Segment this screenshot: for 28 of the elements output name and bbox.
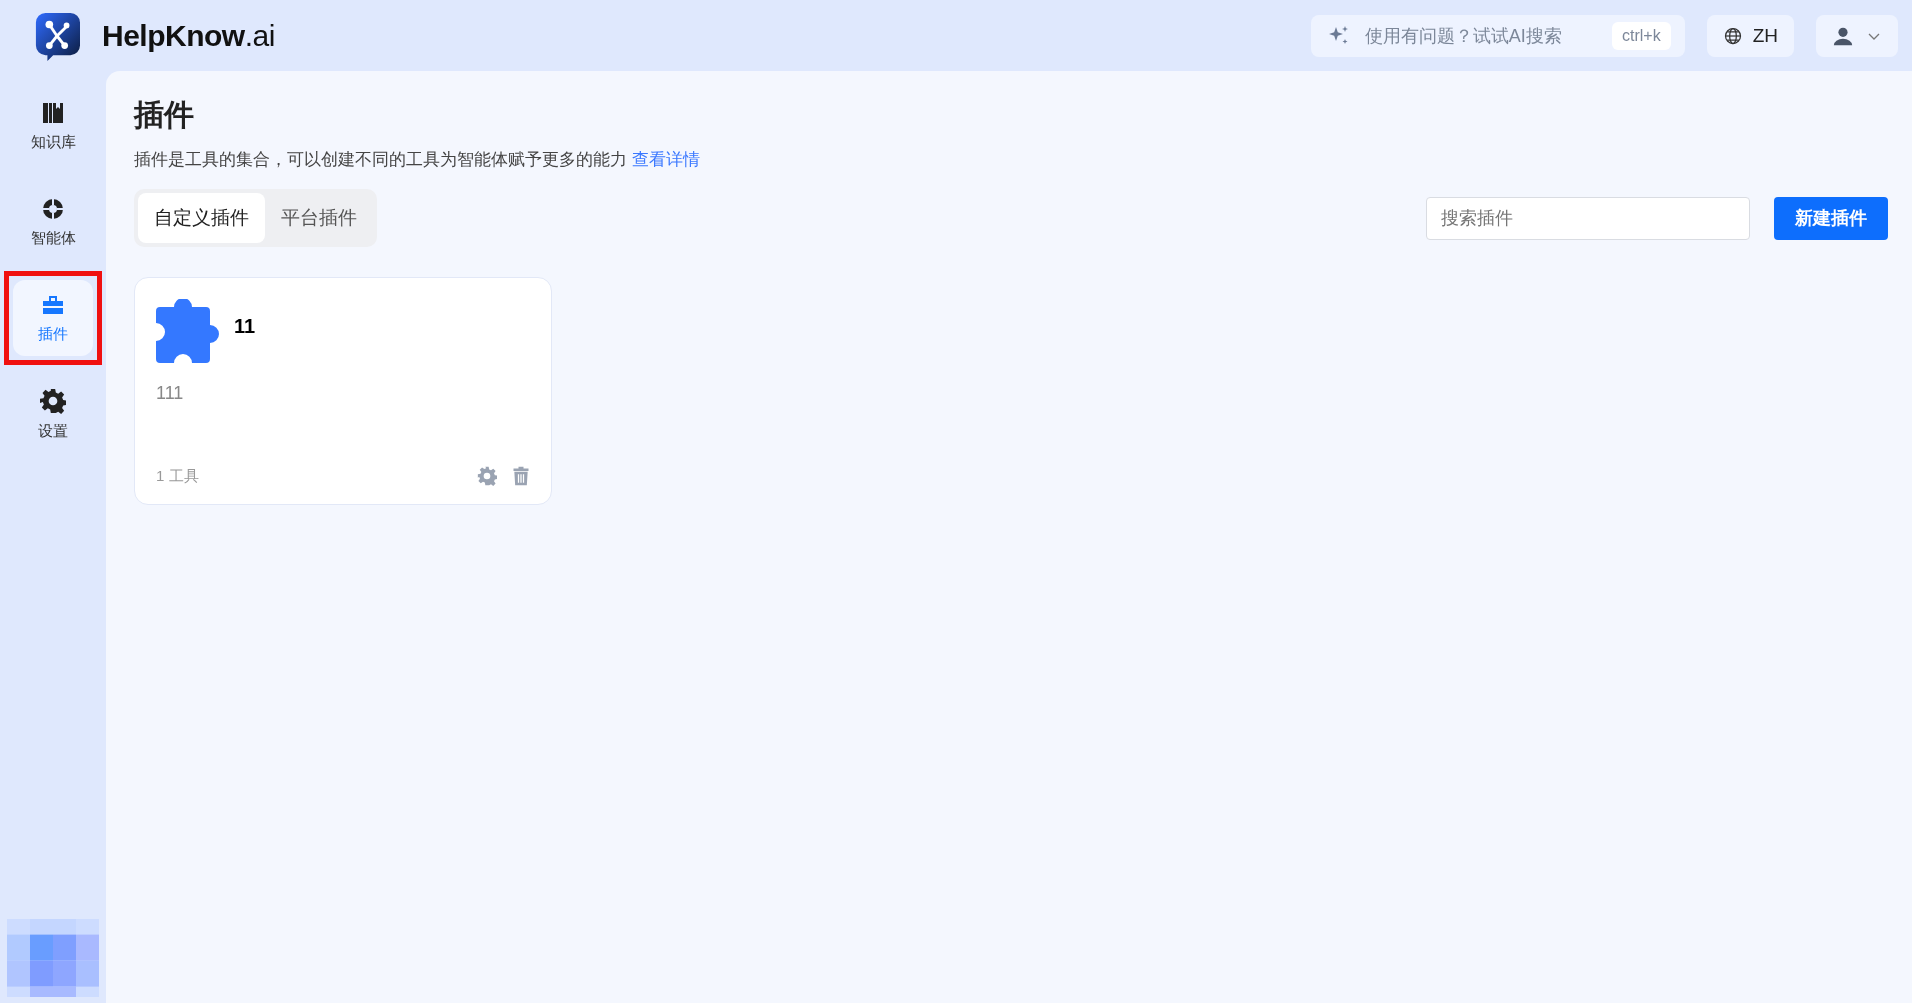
sidebar-item[interactable]: 知识库 [13,88,93,164]
tool-count: 1 工具 [156,466,199,486]
search-field[interactable]: 搜索插件 [1426,196,1750,240]
puzzle-icon [156,299,220,363]
language-button[interactable]: ZH [1706,14,1794,57]
delete-icon[interactable] [511,466,531,486]
globe-icon [1722,25,1743,46]
logo-icon [34,10,80,61]
plugin-name: 11 [234,315,256,338]
details-link[interactable]: 查看详情 [631,150,700,169]
sidebar-item[interactable]: 智能体 [13,184,93,260]
ai-search-field[interactable]: 使用有问题？试试AI搜索 ctrl+k [1310,14,1685,57]
brand-name: HelpKnow.ai [102,18,275,53]
user-menu-button[interactable] [1816,14,1898,57]
plugin-card[interactable]: 11 111 1 工具 [134,277,552,505]
page-title: 插件 [134,97,195,133]
sidebar-item[interactable]: 插件 [13,280,93,356]
tab[interactable]: 平台插件 [265,193,373,243]
aperture-icon [41,196,65,221]
gear-icon [40,387,66,414]
plugin-description: 111 [156,383,185,404]
sidebar-item[interactable]: 设置 [13,376,93,452]
page-description: 插件是工具的集合，可以创建不同的工具为智能体赋予更多的能力 [134,150,627,169]
tab[interactable]: 自定义插件 [138,193,265,243]
settings-icon[interactable] [477,466,497,486]
shortcut-key: ctrl+k [1612,21,1671,50]
books-icon [41,100,65,125]
new-plugin-button[interactable]: 新建插件 [1774,196,1888,240]
